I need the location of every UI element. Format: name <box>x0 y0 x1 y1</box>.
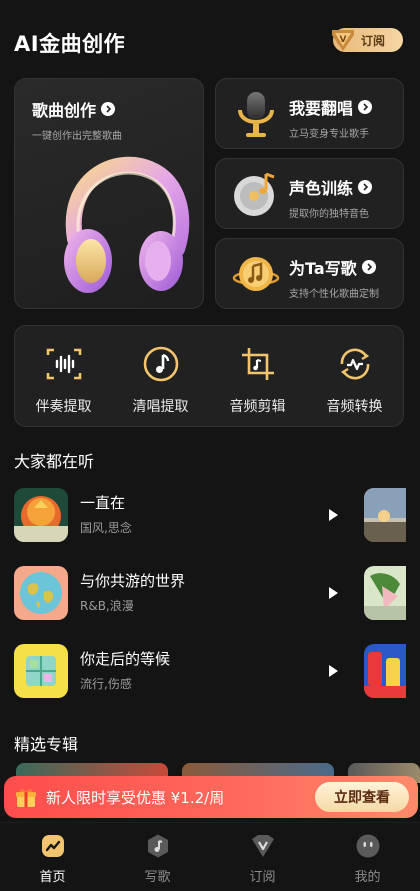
tab-label: 首页 <box>39 870 66 885</box>
song-cover <box>14 644 68 698</box>
headphones-icon <box>64 156 190 293</box>
promo-text: 新人限时享受优惠 ¥1.2/周 <box>46 789 225 807</box>
song-row[interactable]: 与你共游的世界 R&B,浪漫 <box>14 566 420 624</box>
microphone-icon <box>238 92 274 137</box>
tool-label: 伴奏提取 <box>35 399 92 415</box>
subscribe-button[interactable]: V 订阅 <box>332 28 403 52</box>
song-name: 你走后的等候 <box>80 650 171 668</box>
custom-song-card[interactable]: 为Ta写歌 支持个性化歌曲定制 <box>215 238 404 309</box>
home-icon <box>41 835 64 857</box>
tool-label: 音频剪辑 <box>229 399 286 415</box>
convert-icon <box>340 348 369 380</box>
cover-song-subtitle: 立马变身专业歌手 <box>289 129 369 140</box>
song-creation-subtitle: 一键创作出完整歌曲 <box>32 131 122 142</box>
tab-profile[interactable]: 我的 <box>315 833 420 885</box>
play-icon[interactable] <box>326 586 340 600</box>
gift-icon <box>16 789 36 807</box>
waveform-icon <box>46 348 81 380</box>
tool-vocal-extract[interactable]: 清唱提取 <box>112 326 209 426</box>
song-name: 与你共游的世界 <box>80 572 186 590</box>
tool-label: 音频转换 <box>326 399 383 415</box>
tab-label: 我的 <box>354 870 381 885</box>
tool-audio-edit[interactable]: 音频剪辑 <box>209 326 306 426</box>
cover-song-title: 我要翻唱 <box>289 95 373 119</box>
svg-text:V: V <box>340 35 347 45</box>
chevron-right-icon <box>101 102 116 116</box>
albums-section-title: 精选专辑 <box>14 735 79 754</box>
song-tags: 流行,伤感 <box>80 677 132 691</box>
write-song-icon <box>147 834 168 858</box>
header: AI金曲创作 V 订阅 <box>0 0 420 78</box>
tab-subscribe[interactable]: 订阅 <box>210 833 315 885</box>
subscribe-label: 订阅 <box>361 33 386 48</box>
tool-audio-convert[interactable]: 音频转换 <box>306 326 403 426</box>
audio-tools-panel: 伴奏提取 清唱提取 音频剪辑 音频转换 <box>14 325 404 427</box>
song-tags: R&B,浪漫 <box>80 599 134 613</box>
tab-home[interactable]: 首页 <box>0 833 105 885</box>
song-row[interactable]: 你走后的等候 流行,伤感 <box>14 644 420 702</box>
app-title: AI金曲创作 <box>14 32 126 56</box>
profile-icon <box>356 834 379 858</box>
song-tags: 国风,思念 <box>80 521 132 535</box>
vinyl-disc-icon <box>234 172 275 216</box>
promo-banner[interactable]: 新人限时享受优惠 ¥1.2/周 立即查看 <box>4 776 418 818</box>
chevron-right-icon <box>358 100 373 114</box>
custom-song-subtitle: 支持个性化歌曲定制 <box>289 289 379 300</box>
bottom-tab-bar: 首页 写歌 订阅 我的 <box>0 822 420 891</box>
play-icon[interactable] <box>326 664 340 678</box>
tool-label: 清唱提取 <box>132 399 189 415</box>
song-preview-thumbnail <box>364 644 406 698</box>
custom-song-title: 为Ta写歌 <box>289 255 379 279</box>
voice-training-card[interactable]: 声色训练 提取你的独特音色 <box>215 158 404 229</box>
song-cover <box>14 566 68 620</box>
cover-song-card[interactable]: 我要翻唱 立马变身专业歌手 <box>215 78 404 149</box>
song-preview-thumbnail <box>364 566 406 620</box>
song-name: 一直在 <box>80 494 126 512</box>
view-now-button[interactable]: 立即查看 <box>315 782 409 812</box>
voice-training-title: 声色训练 <box>289 175 373 199</box>
song-row[interactable]: 一直在 国风,思念 <box>14 488 420 546</box>
tab-label: 写歌 <box>144 870 171 885</box>
song-cover <box>14 488 68 542</box>
song-creation-card[interactable]: 歌曲创作 一键创作出完整歌曲 <box>14 78 204 309</box>
song-preview-thumbnail <box>364 488 406 542</box>
tab-label: 订阅 <box>249 870 276 885</box>
chevron-right-icon <box>361 260 376 274</box>
voice-training-subtitle: 提取你的独特音色 <box>289 209 369 220</box>
music-note-icon <box>143 346 178 382</box>
subscribe-icon <box>251 835 274 857</box>
song-creation-title: 歌曲创作 <box>32 97 122 121</box>
chevron-right-icon <box>358 180 373 194</box>
tab-write-song[interactable]: 写歌 <box>105 833 210 885</box>
music-coin-icon <box>232 257 280 291</box>
tool-accompaniment-extract[interactable]: 伴奏提取 <box>15 326 112 426</box>
vip-badge-icon: V <box>329 27 357 53</box>
play-icon[interactable] <box>326 508 340 522</box>
crop-icon <box>241 348 274 380</box>
listening-section-title: 大家都在听 <box>14 452 95 471</box>
